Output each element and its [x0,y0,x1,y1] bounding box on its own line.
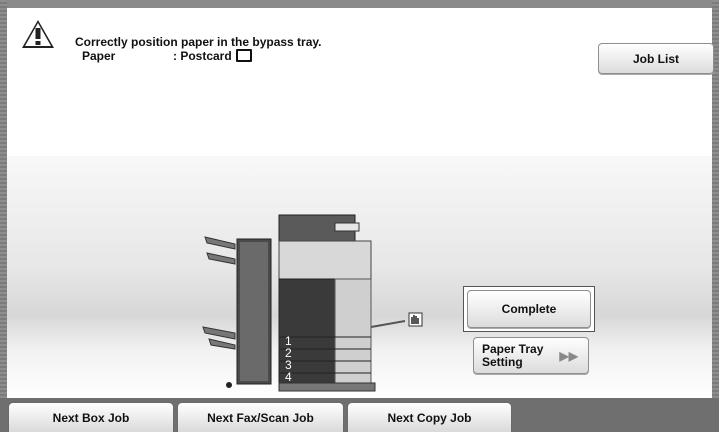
warning-icon [22,20,54,48]
double-chevron-right-icon: ▶▶ [559,349,578,363]
tray-numbers: 1 2 3 4 [285,334,292,384]
next-copy-job-tab[interactable]: Next Copy Job [347,402,512,432]
complete-button[interactable]: Complete [467,290,591,328]
paper-label: Paper [82,49,116,63]
paper-tray-setting-button[interactable]: Paper Tray Setting ▶▶ [473,337,589,374]
main-unit [278,214,376,392]
paper-tray-line2: Setting [482,354,523,369]
device-screen: Correctly position paper in the bypass t… [0,0,719,432]
bypass-tray [370,320,406,328]
paper-value-text: : Postcard [173,49,232,63]
hand-icon [408,312,423,327]
tray-number-4: 4 [285,370,292,384]
message-title: Correctly position paper in the bypass t… [75,35,322,49]
frame-top [0,0,719,8]
paper-tray-setting-label: Paper Tray Setting [482,341,544,369]
paper-tray-line1: Paper Tray [482,341,544,356]
paper-value: : Postcard [173,49,252,63]
paper-info-row: Paper : Postcard [82,49,252,63]
next-fax-scan-job-tab[interactable]: Next Fax/Scan Job [177,402,344,432]
postcard-icon [235,49,252,63]
job-list-button[interactable]: Job List [598,43,714,74]
finisher [202,236,272,388]
printer-illustration: 1 2 3 4 [202,214,423,392]
frame-left [0,0,7,432]
next-box-job-tab[interactable]: Next Box Job [8,402,174,432]
